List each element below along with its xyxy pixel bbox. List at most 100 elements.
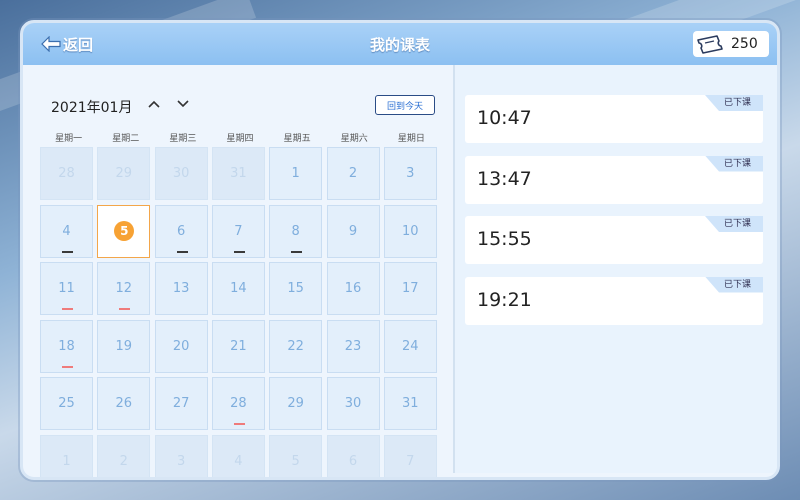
calendar-day[interactable]: 6: [154, 204, 208, 258]
day-number: 18: [58, 338, 75, 354]
calendar-day[interactable]: 14: [211, 262, 265, 315]
calendar-day[interactable]: 2: [97, 434, 151, 477]
day-number: 24: [402, 338, 419, 354]
calendar-day-selected[interactable]: 5: [97, 204, 151, 258]
header-bar: 返回 我的课表 250: [23, 23, 777, 65]
day-number: 28: [58, 166, 75, 181]
calendar-day[interactable]: 3: [154, 434, 208, 477]
month-label: 2021年01月: [51, 100, 133, 116]
calendar-day[interactable]: 11: [40, 262, 93, 315]
day-number: 21: [230, 338, 247, 354]
day-number: 2: [119, 453, 128, 469]
class-list: 10:47 已下课 13:47 已下课 15:55 已下课 19:21 已下课: [455, 65, 777, 473]
calendar-day[interactable]: 5: [269, 434, 323, 477]
selected-day-badge: 5: [114, 220, 135, 241]
day-number: 11: [58, 281, 75, 296]
calendar-day[interactable]: 23: [326, 319, 380, 373]
class-card[interactable]: 10:47 已下课: [465, 95, 763, 143]
weekday-label: 星期一: [55, 134, 83, 144]
day-number: 13: [172, 281, 190, 296]
calendar-day[interactable]: 7: [211, 204, 265, 258]
weekday-label: 星期二: [112, 134, 140, 144]
calendar-day[interactable]: 4: [211, 434, 265, 477]
class-time: 19:21: [477, 288, 532, 311]
calendar-day[interactable]: 21: [211, 319, 265, 373]
day-number: 29: [115, 166, 133, 181]
calendar-day[interactable]: 13: [154, 262, 208, 315]
page-title: 我的课表: [369, 36, 430, 54]
class-status-tag: 已下课: [705, 216, 763, 232]
day-number: 6: [348, 453, 358, 469]
calendar-day[interactable]: 25: [40, 377, 93, 430]
weekday-header: 星期一 星期二 星期三 星期四 星期五 星期六 星期日: [40, 131, 440, 144]
calendar-day[interactable]: 27: [154, 377, 208, 430]
class-card[interactable]: 19:21 已下课: [465, 276, 763, 325]
class-time: 13:47: [477, 167, 532, 190]
calendar-day[interactable]: 24: [383, 319, 437, 373]
calendar-day[interactable]: 16: [326, 262, 380, 315]
class-status-tag: 已下课: [705, 155, 763, 172]
calendar-day[interactable]: 30: [154, 147, 208, 200]
calendar-day[interactable]: 29: [97, 147, 151, 200]
day-number: 10: [402, 223, 419, 239]
calendar-day[interactable]: 7: [383, 434, 437, 477]
calendar-day[interactable]: 3: [383, 147, 437, 200]
next-month-button[interactable]: [174, 95, 192, 113]
calendar-day[interactable]: 2: [326, 147, 380, 200]
calendar-day[interactable]: 12: [97, 262, 151, 315]
day-number: 7: [234, 223, 243, 239]
calendar-day[interactable]: 15: [269, 262, 323, 315]
class-card[interactable]: 15:55 已下课: [465, 216, 763, 264]
day-number: 27: [172, 396, 190, 411]
day-number: 12: [115, 281, 133, 296]
calendar-day[interactable]: 20: [154, 319, 208, 373]
day-number: 2: [348, 166, 358, 181]
day-number: 22: [287, 338, 304, 354]
day-number: 4: [62, 223, 71, 239]
day-number: 1: [62, 453, 71, 469]
calendar-day[interactable]: 1: [269, 147, 323, 200]
calendar-day[interactable]: 10: [383, 204, 437, 258]
day-number: 28: [230, 396, 247, 411]
missed-class-marker: [62, 308, 73, 310]
class-status-tag: 已下课: [705, 95, 763, 111]
calendar-day[interactable]: 17: [383, 262, 437, 315]
day-number: 17: [402, 281, 419, 296]
class-time: 15:55: [477, 228, 532, 250]
day-number: 6: [176, 223, 186, 239]
calendar-day[interactable]: 28: [211, 377, 265, 430]
calendar-day[interactable]: 9: [326, 204, 380, 258]
calendar-day[interactable]: 8: [269, 204, 323, 258]
day-number: 20: [172, 338, 190, 354]
calendar-day[interactable]: 4: [40, 204, 93, 258]
calendar-day[interactable]: 19: [97, 319, 151, 373]
attended-class-marker: [176, 250, 188, 253]
class-time: 10:47: [477, 107, 532, 129]
class-status-tag: 已下课: [705, 276, 763, 293]
day-number: 25: [58, 396, 75, 411]
weekday-label: 星期四: [226, 134, 254, 144]
weekday-label: 星期日: [397, 134, 425, 144]
weekday-label: 星期五: [283, 134, 311, 144]
calendar-day[interactable]: 6: [326, 434, 380, 477]
calendar-day[interactable]: 28: [40, 147, 93, 200]
calendar-day[interactable]: 31: [211, 147, 265, 200]
class-card[interactable]: 13:47 已下课: [465, 155, 763, 204]
today-button[interactable]: 回到今天: [375, 95, 435, 115]
day-number: 31: [402, 396, 419, 411]
calendar-day[interactable]: 29: [269, 377, 323, 430]
attended-class-marker: [233, 250, 245, 253]
calendar-day[interactable]: 22: [269, 319, 323, 373]
schedule-window: 返回 我的课表 250 2021年01月 回到今天 星期一 星期二 星期三 星期四 星期…: [20, 20, 780, 480]
calendar-day[interactable]: 1: [40, 434, 93, 477]
calendar-day[interactable]: 30: [326, 377, 380, 430]
day-number: 3: [406, 166, 415, 181]
day-number: 7: [406, 453, 415, 469]
chevron-down-icon: [177, 100, 189, 108]
day-number: 26: [115, 396, 133, 411]
prev-month-button[interactable]: [145, 95, 163, 113]
calendar-day[interactable]: 18: [40, 319, 93, 373]
calendar-day[interactable]: 26: [97, 377, 151, 430]
attended-class-marker: [62, 250, 73, 253]
calendar-day[interactable]: 31: [383, 377, 437, 430]
